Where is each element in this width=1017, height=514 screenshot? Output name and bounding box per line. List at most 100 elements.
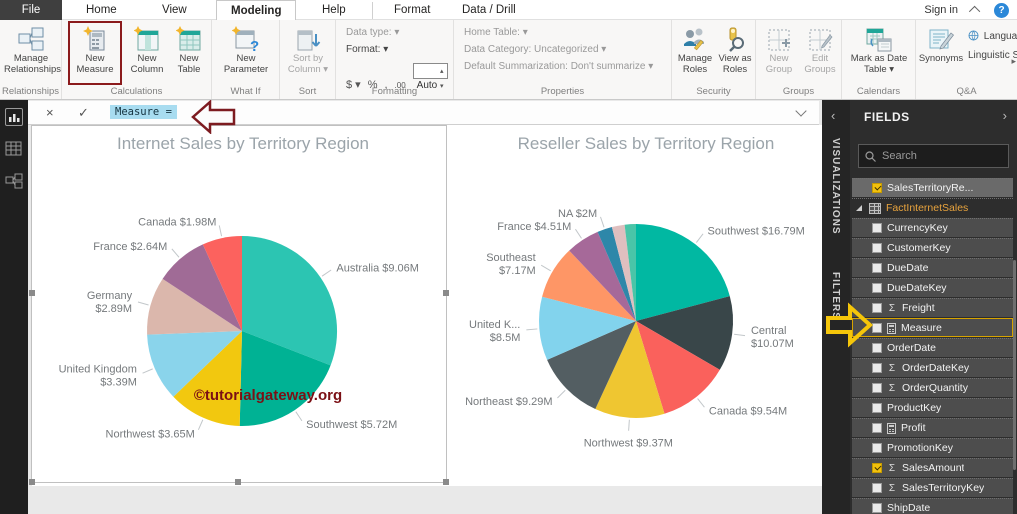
resize-handle-bottom-left[interactable] (29, 479, 35, 485)
tab-home[interactable]: Home (72, 0, 131, 20)
formula-expand-icon[interactable] (795, 105, 807, 117)
mark-as-date-table-button[interactable]: Mark as Date Table ▾ (846, 24, 912, 76)
collapse-ribbon-icon[interactable] (968, 5, 981, 18)
linguistic-schema-button[interactable]: Linguistic Schem (968, 50, 1017, 61)
formula-cancel-icon[interactable]: × (46, 105, 54, 120)
new-table-button[interactable]: New Table (170, 24, 208, 76)
tab-data-drill[interactable]: Data / Drill (448, 0, 530, 20)
field-row-OrderQuantity[interactable]: Σ OrderQuantity (852, 378, 1013, 397)
fields-scrollbar[interactable] (1013, 260, 1016, 470)
reseller-sales-pie-chart[interactable]: Reseller Sales by Territory Region Southw… (450, 125, 822, 485)
table-icon (869, 202, 881, 214)
checked-field-checkbox[interactable] (872, 183, 882, 193)
report-canvas[interactable]: Internet Sales by Territory Region Austra… (28, 125, 822, 514)
field-checkbox[interactable] (872, 403, 882, 413)
sign-in-button[interactable]: Sign in (924, 4, 958, 16)
group-label-formatting: Formatting (371, 86, 418, 97)
field-checkbox[interactable] (872, 363, 882, 373)
resize-handle-right[interactable] (443, 289, 449, 296)
field-checkbox[interactable] (872, 443, 882, 453)
new-measure-button[interactable]: New Measure (72, 24, 118, 76)
watermark-text: ©tutorialgateway.org (193, 387, 343, 404)
label-leader-line (557, 389, 566, 399)
slice-label-Southwest: Southwest $16.79M (708, 226, 805, 238)
field-row-Measure[interactable]: Measure (852, 318, 1013, 337)
help-icon[interactable]: ? (994, 2, 1009, 18)
field-row-Profit[interactable]: Profit (852, 418, 1013, 437)
field-checkbox[interactable] (872, 283, 882, 293)
new-group-button[interactable]: New Group (759, 24, 799, 76)
expand-fields-icon[interactable]: › (1003, 108, 1007, 123)
ribbon-tab-bar: File Home View Modeling Help Format Data… (0, 0, 1017, 20)
field-checkbox[interactable] (872, 383, 882, 393)
field-checkbox[interactable] (872, 263, 882, 273)
field-row-ProductKey[interactable]: ProductKey (852, 398, 1013, 417)
collapse-panel-icon[interactable]: ‹ (831, 108, 835, 123)
decimal-places-input[interactable]: Auto ▴ ▾ (412, 63, 448, 91)
field-row-DueDateKey[interactable]: DueDateKey (852, 278, 1013, 297)
resize-handle-bottom-right[interactable] (443, 479, 449, 485)
slice-label-France: France $4.51M (497, 221, 571, 233)
field-checkbox[interactable] (872, 423, 882, 433)
formula-text-selected[interactable]: Measure = (110, 105, 177, 119)
manage-relationships-button[interactable]: Manage Relationships (4, 24, 61, 76)
field-row-ShipDate[interactable]: ShipDate (852, 498, 1013, 514)
field-row-Freight[interactable]: Σ Freight (852, 298, 1013, 317)
field-label: Measure (901, 322, 942, 334)
field-label: FactInternetSales (886, 202, 969, 214)
tab-format[interactable]: Format (380, 0, 444, 20)
field-row-DueDate[interactable]: DueDate (852, 258, 1013, 277)
home-table-dropdown[interactable]: Home Table: ▾ (464, 27, 528, 38)
checked-field-checkbox[interactable] (872, 463, 882, 473)
tab-modeling[interactable]: Modeling (216, 0, 297, 20)
field-row-CurrencyKey[interactable]: CurrencyKey (852, 218, 1013, 237)
field-checkbox[interactable] (872, 243, 882, 253)
field-row-PromotionKey[interactable]: PromotionKey (852, 438, 1013, 457)
model-view-button[interactable] (5, 172, 23, 190)
field-checkbox[interactable] (872, 503, 882, 513)
slice-label-United Kingdom: United K... $8.5M (469, 319, 520, 344)
language-dropdown[interactable]: Language ▾ (968, 30, 1017, 42)
table-row-FactInternetSales[interactable]: FactInternetSales (852, 198, 1013, 217)
view-as-roles-button[interactable]: View as Roles (716, 24, 754, 76)
fields-search-input[interactable]: Search (858, 144, 1009, 168)
data-category-dropdown[interactable]: Data Category: Uncategorized ▾ (464, 44, 606, 55)
new-table-icon (170, 24, 208, 52)
field-checkbox[interactable] (872, 483, 882, 493)
field-row-SalesTerritoryRe...[interactable]: SalesTerritoryRe... (852, 178, 1013, 197)
field-row-SalesAmount[interactable]: Σ SalesAmount (852, 458, 1013, 477)
visual-selection-frame[interactable] (29, 125, 449, 485)
synonyms-button[interactable]: Synonyms (918, 24, 964, 65)
tab-file[interactable]: File (0, 0, 62, 20)
field-label: ShipDate (887, 502, 931, 514)
field-row-OrderDateKey[interactable]: Σ OrderDateKey (852, 358, 1013, 377)
new-parameter-button[interactable]: ? New Parameter (216, 24, 276, 76)
edit-groups-button[interactable]: Edit Groups (800, 24, 840, 76)
report-view-button[interactable] (5, 108, 23, 126)
mark-as-date-table-icon (846, 24, 912, 52)
visualizations-panel-tab[interactable]: VISUALIZATIONS (830, 138, 841, 235)
slice-label-Northwest: Northwest $9.37M (584, 438, 673, 450)
formula-accept-icon[interactable]: ✓ (78, 105, 89, 121)
data-view-button[interactable] (5, 140, 23, 158)
tab-view[interactable]: View (148, 0, 201, 20)
svg-text:?: ? (250, 38, 259, 52)
dax-formula-bar[interactable]: × ✓ Measure = (28, 101, 819, 125)
field-row-SalesTerritoryKey[interactable]: Σ SalesTerritoryKey (852, 478, 1013, 497)
data-type-dropdown[interactable]: Data type: ▾ (346, 27, 399, 38)
resize-handle-left[interactable] (29, 289, 35, 296)
field-row-CustomerKey[interactable]: CustomerKey (852, 238, 1013, 257)
expand-collapse-icon[interactable] (856, 205, 862, 211)
manage-roles-button[interactable]: Manage Roles (674, 24, 716, 76)
field-row-OrderDate[interactable]: OrderDate (852, 338, 1013, 357)
field-label: OrderDateKey (902, 362, 970, 374)
label-leader-line (526, 328, 538, 331)
format-dropdown[interactable]: Format: ▾ (346, 44, 388, 55)
new-column-button[interactable]: New Column (126, 24, 168, 76)
sort-by-column-button[interactable]: Sort by Column ▾ (284, 24, 332, 76)
tab-help[interactable]: Help (308, 0, 360, 20)
field-checkbox[interactable] (872, 223, 882, 233)
ribbon-overflow-icon[interactable]: ▸ (1011, 56, 1016, 67)
default-summarization-dropdown[interactable]: Default Summarization: Don't summarize ▾ (464, 61, 653, 72)
resize-handle-bottom[interactable] (234, 479, 241, 485)
